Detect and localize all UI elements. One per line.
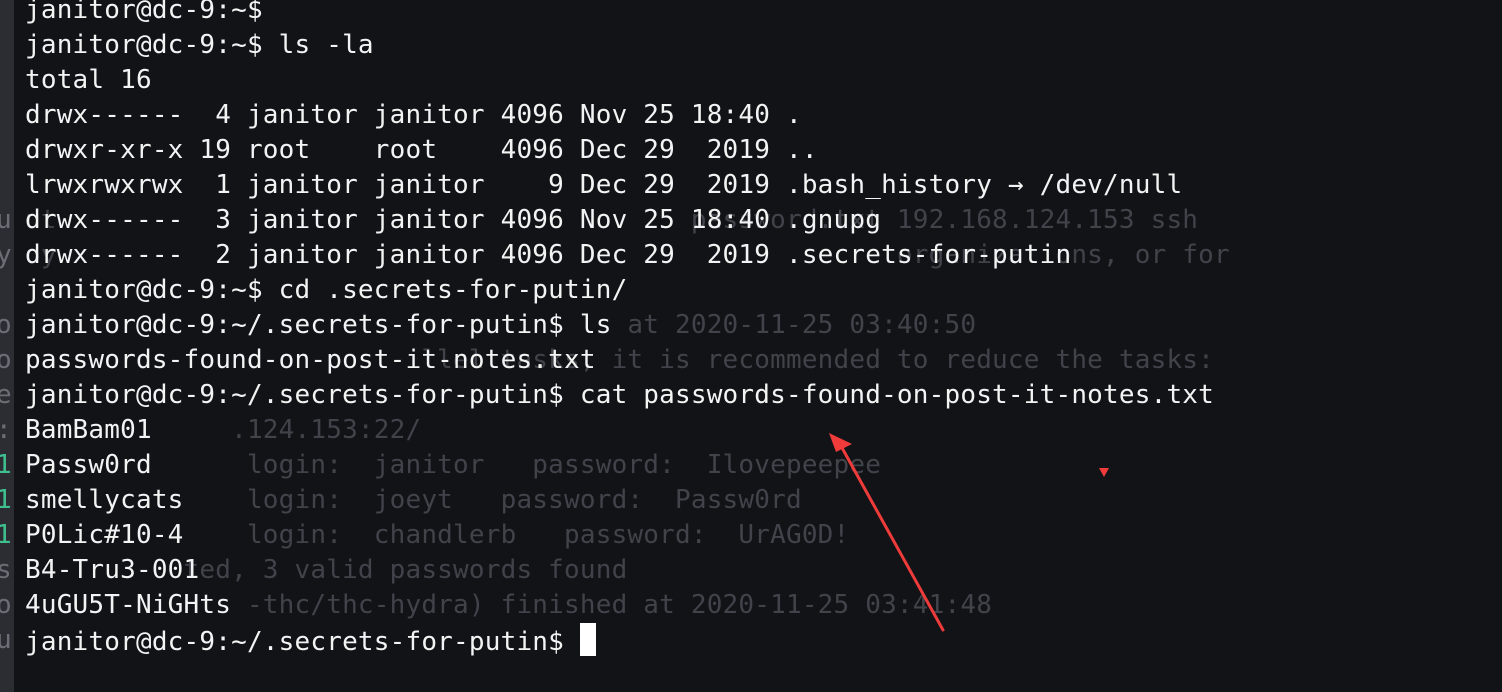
terminal-line: drwx------ 3 janitor janitor 4096 Nov 25… <box>25 205 882 235</box>
text-cursor <box>579 623 596 656</box>
terminal-line: Passw0rd <box>25 450 152 480</box>
terminal-line: lrwxrwxrwx 1 janitor janitor 9 Dec 29 20… <box>25 170 1183 200</box>
terminal-line: P0Lic#10-4 <box>25 520 184 550</box>
terminal-line: drwx------ 4 janitor janitor 4096 Nov 25… <box>25 100 802 130</box>
terminal-line: total 16 <box>25 65 152 95</box>
terminal-line: janitor@dc-9:~$ ls -la <box>25 30 374 60</box>
terminal-line: janitor@dc-9:~/.secrets-for-putin$ cat p… <box>25 380 1214 410</box>
window-left-edge <box>0 0 14 692</box>
terminal-line: drwxr-xr-x 19 root root 4096 Dec 29 2019… <box>25 135 818 165</box>
terminal-line: passwords-found-on-post-it-notes.txt <box>25 345 596 375</box>
prompt-text: janitor@dc-9:~/.secrets-for-putin$ <box>25 627 580 657</box>
terminal-line: BamBam01 <box>25 415 152 445</box>
terminal-output[interactable]: janitor@dc-9:~$ janitor@dc-9:~$ ls -la t… <box>25 0 1485 692</box>
terminal-line: drwx------ 2 janitor janitor 4096 Dec 29… <box>25 240 1072 270</box>
terminal-line: janitor@dc-9:~/.secrets-for-putin$ ls <box>25 310 612 340</box>
terminal-line: janitor@dc-9:~$ <box>25 0 263 25</box>
terminal-line: 4uGU5T-NiGHts <box>25 590 232 620</box>
terminal-line: smellycats <box>25 485 184 515</box>
terminal-prompt-line[interactable]: janitor@dc-9:~/.secrets-for-putin$ <box>25 623 1485 658</box>
terminal-line: janitor@dc-9:~$ cd .secrets-for-putin/ <box>25 275 628 305</box>
terminal-window[interactable]: ut password.txt 192.168.124.153 ssh oy o… <box>0 0 1502 692</box>
terminal-line: B4-Tru3-001 <box>25 555 200 585</box>
